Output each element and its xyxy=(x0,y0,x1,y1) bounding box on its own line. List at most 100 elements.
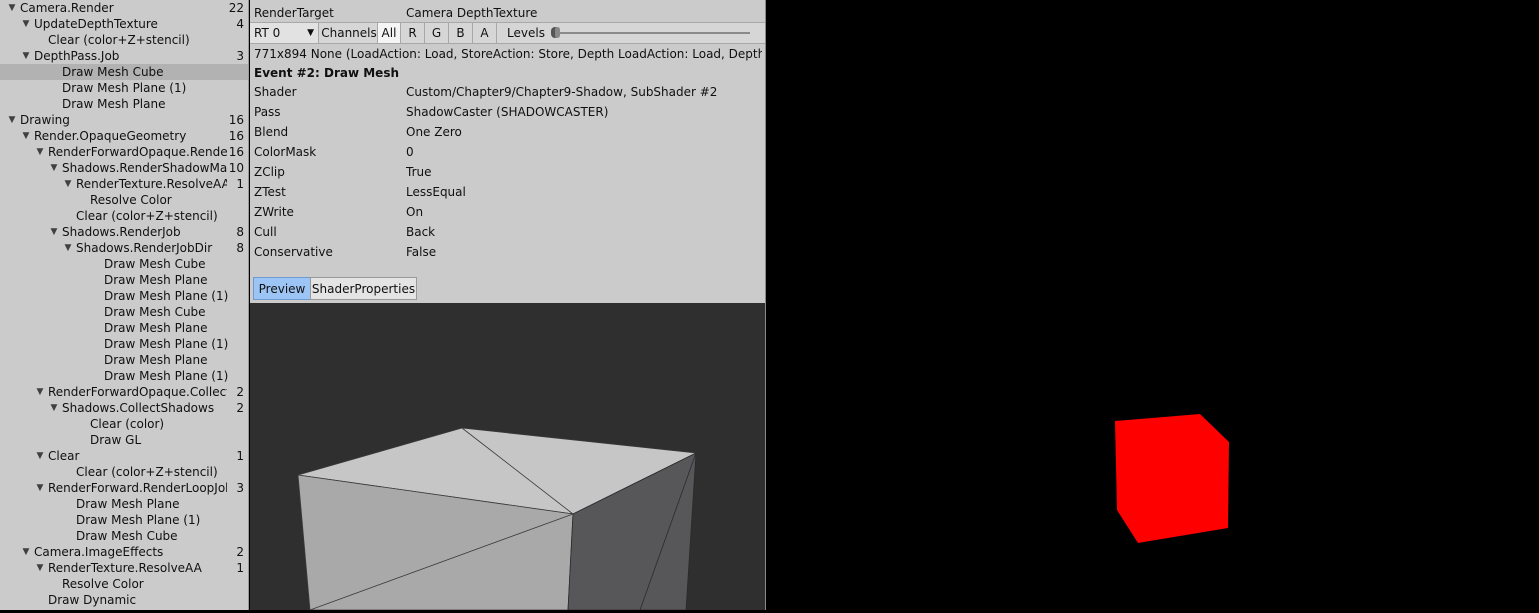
tree-row[interactable]: Draw Mesh Plane (1) xyxy=(0,336,248,352)
expand-arrow-icon[interactable]: ▼ xyxy=(62,176,74,192)
tree-row-label: Clear (color+Z+stencil) xyxy=(76,465,218,479)
tree-row-count: 8 xyxy=(236,241,244,255)
expand-arrow-icon[interactable]: ▼ xyxy=(20,544,32,560)
tree-row[interactable]: Draw Mesh Plane (1) xyxy=(0,512,248,528)
tree-row[interactable]: Draw Mesh Plane xyxy=(0,272,248,288)
tree-row[interactable]: ▼ Shadows.CollectShadows 2 xyxy=(0,400,248,416)
tree-row[interactable]: Draw Mesh Plane (1) xyxy=(0,288,248,304)
expand-arrow-icon[interactable]: ▼ xyxy=(34,448,46,464)
tree-row-count: 1 xyxy=(236,449,244,463)
expand-arrow-icon[interactable]: ▼ xyxy=(34,144,46,160)
tree-row[interactable]: Draw Mesh Plane xyxy=(0,96,248,112)
tree-row[interactable]: Resolve Color xyxy=(0,576,248,592)
tree-row[interactable]: ▼ UpdateDepthTexture 4 xyxy=(0,16,248,32)
expand-arrow-icon[interactable]: ▼ xyxy=(6,112,18,128)
tab-preview[interactable]: Preview xyxy=(253,277,311,300)
channel-r-button[interactable]: R xyxy=(401,23,425,43)
property-row: ZWrite On xyxy=(254,202,765,222)
event-title: Event #2: Draw Mesh xyxy=(254,66,400,80)
tree-row[interactable]: ▼ Camera.ImageEffects 2 xyxy=(0,544,248,560)
tree-row[interactable]: ▼ RenderForward.RenderLoopJob 3 xyxy=(0,480,248,496)
tree-row-count: 16 xyxy=(228,129,244,143)
tree-row[interactable]: Draw Mesh Plane (1) xyxy=(0,80,248,96)
expand-arrow-icon[interactable]: ▼ xyxy=(48,224,60,240)
tree-row[interactable]: Resolve Color xyxy=(0,192,248,208)
tree-row[interactable]: Draw Mesh Cube xyxy=(0,256,248,272)
tree-row[interactable]: ▼ Shadows.RenderShadowMap 10 xyxy=(0,160,248,176)
property-key: ColorMask xyxy=(254,145,317,159)
tree-row[interactable]: Clear (color+Z+stencil) xyxy=(0,208,248,224)
tree-row[interactable]: ▼ DepthPass.Job 3 xyxy=(0,48,248,64)
property-key: Cull xyxy=(254,225,277,239)
tree-row-label: DepthPass.Job xyxy=(34,49,120,63)
tree-row[interactable]: Clear (color) xyxy=(0,416,248,432)
red-cube-render xyxy=(1115,414,1229,543)
tree-row[interactable]: Draw Mesh Cube xyxy=(0,304,248,320)
tree-row[interactable]: Clear (color+Z+stencil) xyxy=(0,32,248,48)
tree-row-count: 16 xyxy=(228,113,244,127)
tree-row[interactable]: ▼ RenderTexture.ResolveAA 1 xyxy=(0,560,248,576)
tree-row[interactable]: Draw Mesh Cube xyxy=(0,528,248,544)
tree-row-label: Shadows.RenderShadowMap xyxy=(62,161,227,175)
tree-row[interactable]: ▼RenderForwardOpaque.CollectShadows 2 xyxy=(0,384,248,400)
tree-row-label: Draw Dynamic xyxy=(48,593,137,607)
tree-row[interactable]: ▼ RenderForwardOpaque.Render 16 xyxy=(0,144,248,160)
expand-arrow-icon[interactable]: ▼ xyxy=(20,48,32,64)
property-key: Conservative xyxy=(254,245,333,259)
tree-row[interactable]: ▼ Clear 1 xyxy=(0,448,248,464)
expand-arrow-icon[interactable]: ▼ xyxy=(6,0,18,16)
expand-arrow-icon[interactable]: ▼ xyxy=(20,128,32,144)
render-target-info: 771x894 None (LoadAction: Load, StoreAct… xyxy=(254,47,762,61)
tree-row[interactable]: ▼ Camera.Render 22 xyxy=(0,0,248,16)
rt-select[interactable]: RT 0 ▼ xyxy=(250,23,319,43)
expand-arrow-icon[interactable]: ▼ xyxy=(48,160,60,176)
frame-debugger-event-tree: ▼ Camera.Render 22 ▼ UpdateDepthTexture 4 Clea… xyxy=(0,0,249,610)
expand-arrow-icon[interactable]: ▼ xyxy=(48,400,60,416)
levels-slider-handle-max[interactable] xyxy=(555,27,560,38)
tree-row[interactable]: Draw Dynamic xyxy=(0,592,248,608)
tree-row[interactable]: ▼ Shadows.RenderJobDir 8 xyxy=(0,240,248,256)
tree-row[interactable]: ▼ Shadows.RenderJob 8 xyxy=(0,224,248,240)
expand-arrow-icon[interactable]: ▼ xyxy=(20,16,32,32)
channel-all-button[interactable]: All xyxy=(377,23,401,43)
property-row: ZClip True xyxy=(254,162,765,182)
tree-row[interactable]: Clear (color+Z+stencil) xyxy=(0,464,248,480)
channel-a-button[interactable]: A xyxy=(473,23,497,43)
property-row: Shader Custom/Chapter9/Chapter9-Shadow, S… xyxy=(254,82,765,102)
property-row: ColorMask 0 xyxy=(254,142,765,162)
levels-slider-track[interactable] xyxy=(552,32,750,34)
tree-row-label: Draw Mesh Cube xyxy=(104,257,206,271)
mesh-preview[interactable] xyxy=(250,303,765,610)
tree-row[interactable]: Draw Mesh Plane xyxy=(0,352,248,368)
render-target-dropdown[interactable]: Camera DepthTexture xyxy=(406,3,537,23)
render-target-label: RenderTarget xyxy=(254,6,334,20)
channel-b-button[interactable]: B xyxy=(449,23,473,43)
tree-row[interactable]: Draw Mesh Plane xyxy=(0,320,248,336)
tree-row-label: RenderTexture.ResolveAA xyxy=(76,177,227,191)
property-key: ZTest xyxy=(254,185,286,199)
property-key: Shader xyxy=(254,85,297,99)
expand-arrow-icon[interactable]: ▼ xyxy=(62,240,74,256)
property-value: LessEqual xyxy=(406,185,466,199)
expand-arrow-icon[interactable]: ▼ xyxy=(34,480,46,496)
property-row: ZTest LessEqual xyxy=(254,182,765,202)
tree-row[interactable]: ▼ Render.OpaqueGeometry 16 xyxy=(0,128,248,144)
tree-row[interactable]: ▼ Drawing 16 xyxy=(0,112,248,128)
tree-row-label: UpdateDepthTexture xyxy=(34,17,158,31)
expand-arrow-icon[interactable]: ▼ xyxy=(34,384,46,400)
channel-g-button[interactable]: G xyxy=(425,23,449,43)
render-target-toolbar: RT 0 ▼ Channels All R G B A Levels xyxy=(250,22,765,44)
channels-label: Channels xyxy=(321,26,377,40)
property-value: ShadowCaster (SHADOWCASTER) xyxy=(406,105,609,119)
tree-row-label: Camera.Render xyxy=(20,1,114,15)
tree-row-count: 2 xyxy=(236,385,244,399)
tree-row[interactable]: Draw Mesh Plane xyxy=(0,496,248,512)
tree-row[interactable]: Draw Mesh Plane (1) xyxy=(0,368,248,384)
tree-row[interactable]: ▼ RenderTexture.ResolveAA 1 xyxy=(0,176,248,192)
tree-row[interactable]: Draw GL xyxy=(0,432,248,448)
property-value: One Zero xyxy=(406,125,462,139)
property-value: 0 xyxy=(406,145,414,159)
tab-shader-properties[interactable]: ShaderProperties xyxy=(310,277,417,300)
expand-arrow-icon[interactable]: ▼ xyxy=(34,560,46,576)
tree-row[interactable]: Draw Mesh Cube xyxy=(0,64,248,80)
